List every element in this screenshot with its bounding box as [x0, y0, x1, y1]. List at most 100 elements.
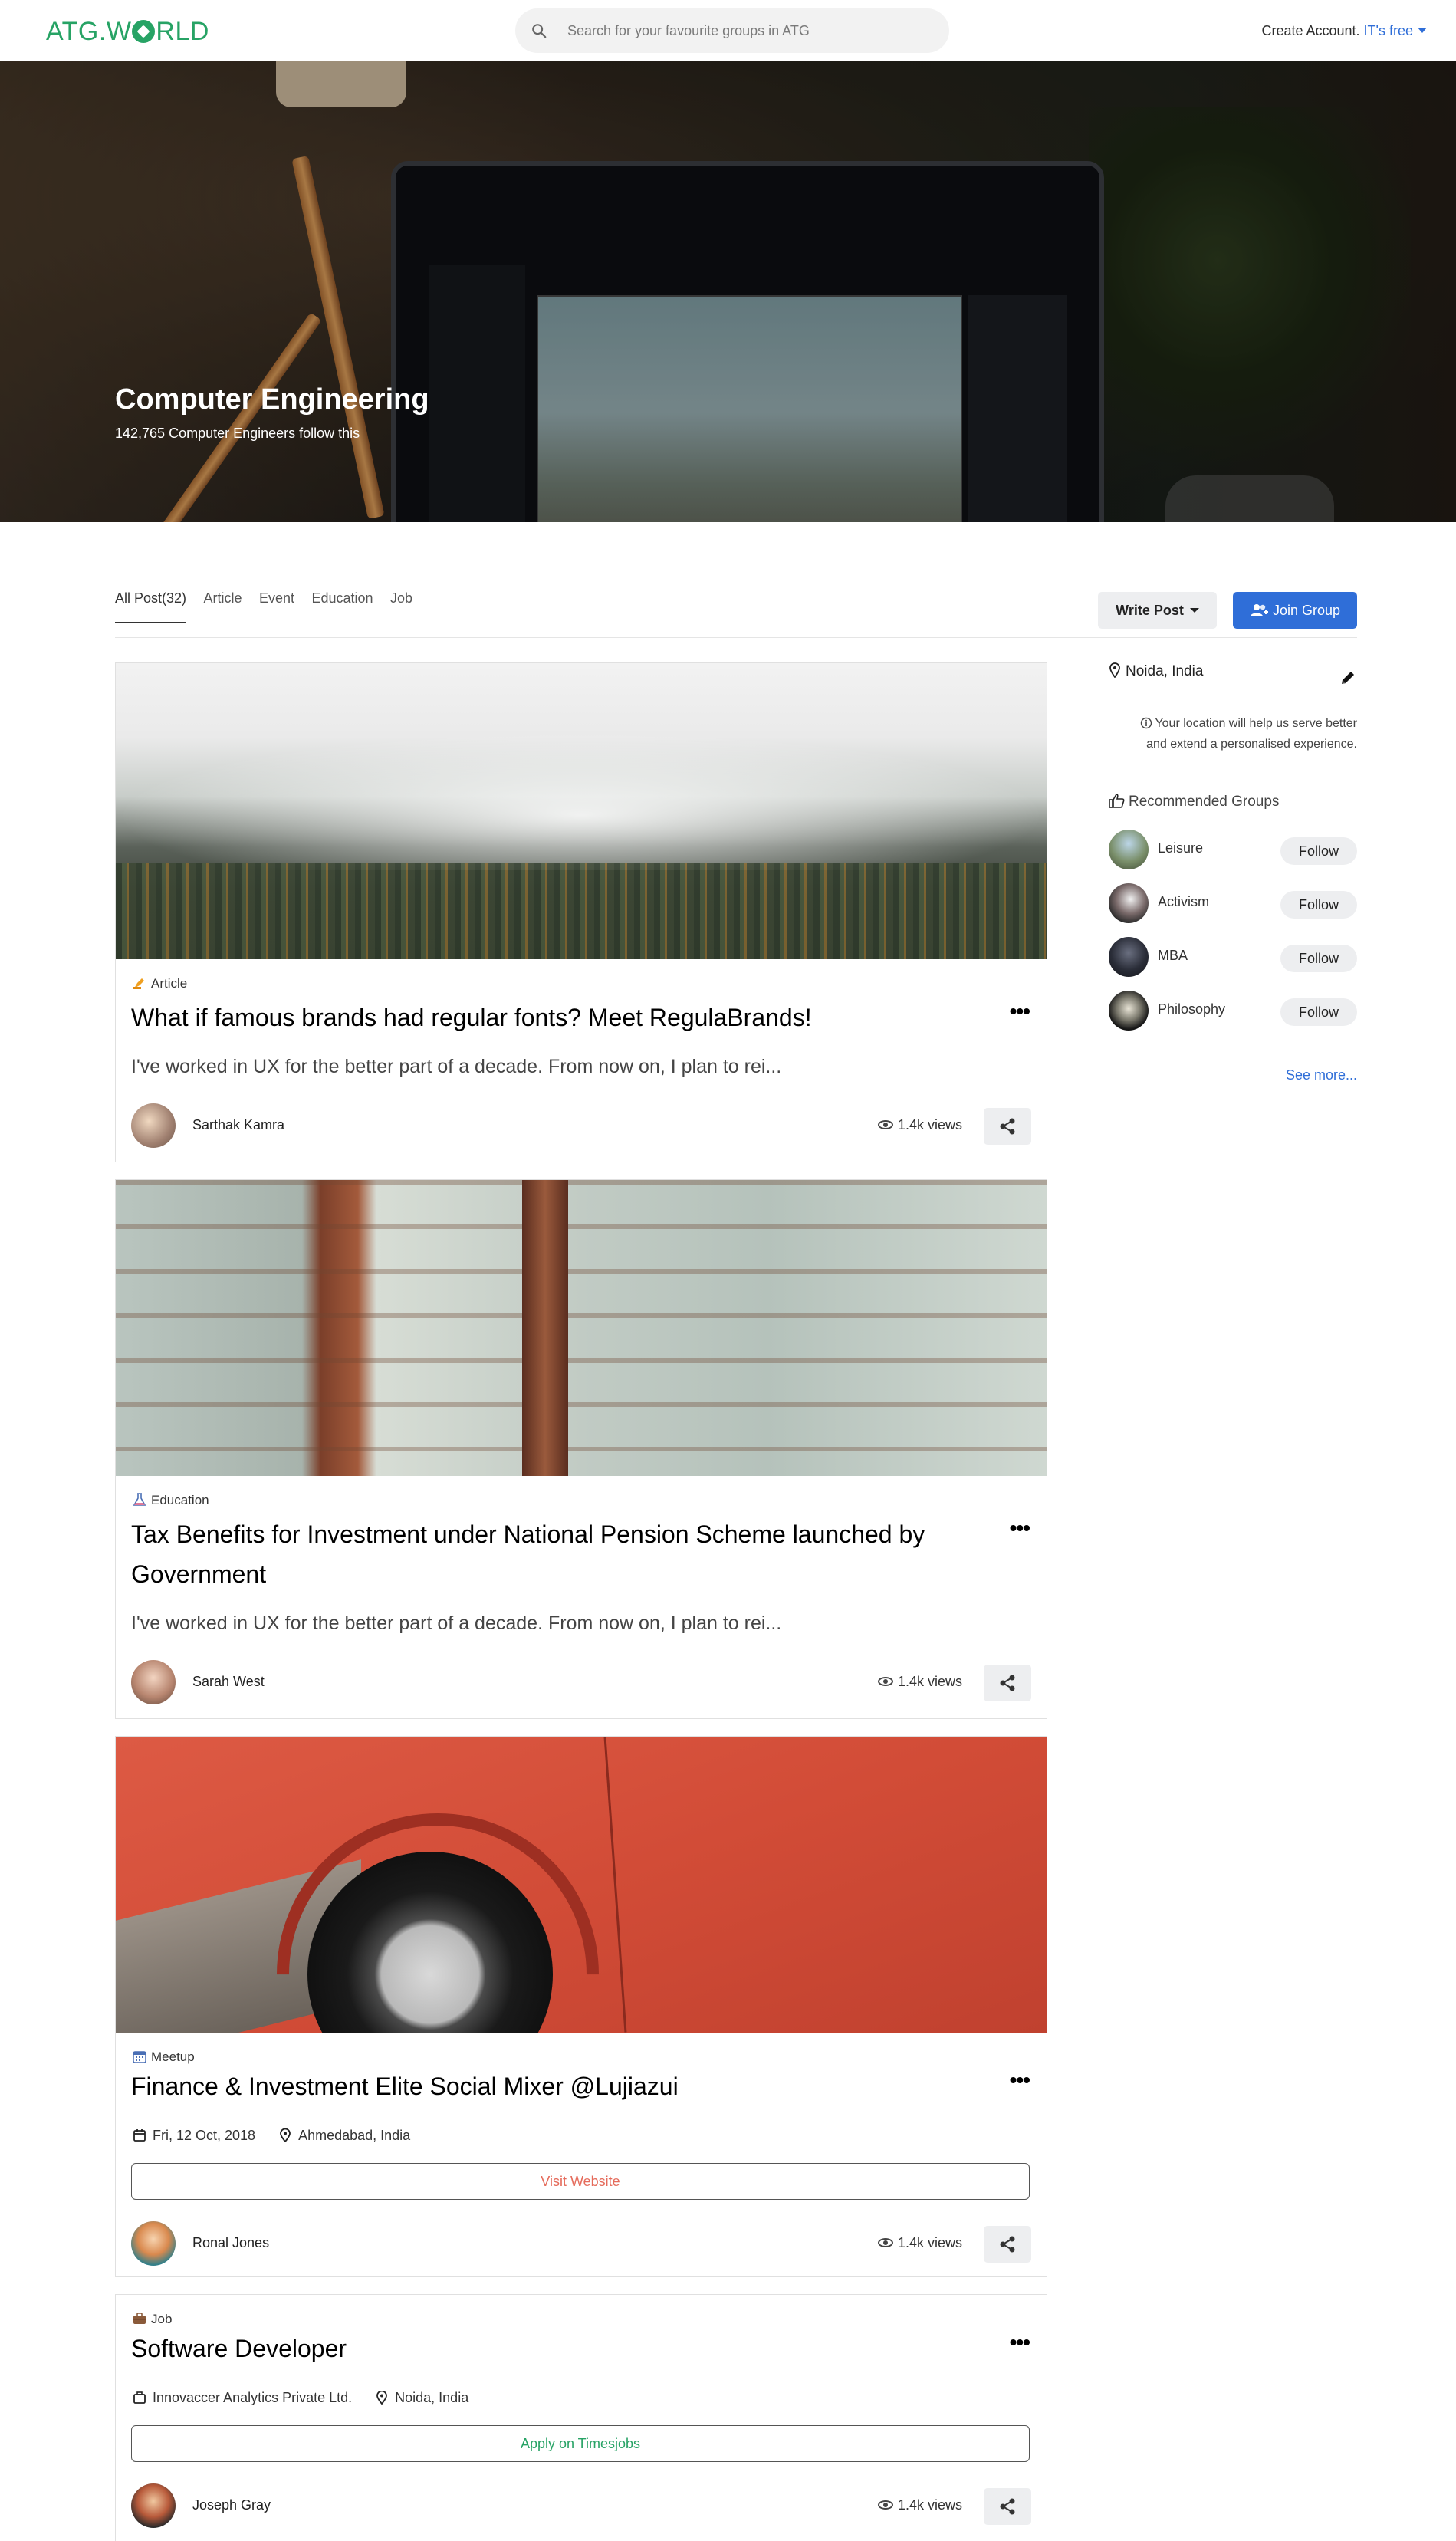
- more-options-icon[interactable]: •••: [1010, 999, 1030, 1024]
- post-author[interactable]: Joseph Gray: [131, 2483, 438, 2529]
- eye-icon: [877, 1677, 893, 1686]
- join-group-button[interactable]: Join Group: [1233, 592, 1357, 629]
- location-display: Noida, India: [1109, 662, 1203, 680]
- image-treeline: [116, 863, 1047, 959]
- share-button[interactable]: [984, 2488, 1031, 2525]
- location-pin-icon: [376, 2391, 388, 2405]
- tab-education[interactable]: Education: [311, 590, 373, 622]
- its-free-label: IT's free: [1363, 23, 1413, 38]
- flask-icon: [133, 1493, 146, 1506]
- post-card-meetup[interactable]: Meetup Finance & Investment Elite Social…: [115, 1736, 1047, 2277]
- post-category: Article: [133, 976, 187, 991]
- share-button[interactable]: [984, 1665, 1031, 1701]
- recommended-groups-heading: Recommended Groups: [1109, 793, 1279, 810]
- post-title[interactable]: What if famous brands had regular fonts?…: [131, 998, 990, 1037]
- pencil-hand-icon: [133, 978, 144, 989]
- group-name: Activism: [1158, 894, 1209, 909]
- recommended-group-activism[interactable]: Activism Follow: [1109, 883, 1357, 925]
- calendar-icon: [133, 2051, 146, 2063]
- tabs-divider: [115, 637, 1357, 638]
- share-icon: [1000, 2498, 1015, 2515]
- see-more-link[interactable]: See more...: [1286, 1067, 1357, 1083]
- tab-article[interactable]: Article: [204, 590, 242, 622]
- eye-icon: [877, 1120, 893, 1129]
- info-icon: [1141, 717, 1152, 729]
- job-details: Innovaccer Analytics Private Ltd. Noida, …: [133, 2390, 468, 2406]
- avatar: [131, 1660, 176, 1704]
- follow-button[interactable]: Follow: [1280, 945, 1357, 972]
- location-note: Your location will help us serve better a…: [1109, 713, 1357, 754]
- avatar: [131, 2221, 176, 2266]
- follow-button[interactable]: Follow: [1280, 837, 1357, 865]
- view-count: 1.4k views: [877, 1674, 962, 1690]
- edit-location-pencil-icon[interactable]: [1339, 669, 1357, 687]
- view-count: 1.4k views: [877, 2235, 962, 2251]
- share-button[interactable]: [984, 1108, 1031, 1145]
- post-title[interactable]: Finance & Investment Elite Social Mixer …: [131, 2066, 990, 2106]
- tab-event[interactable]: Event: [259, 590, 294, 622]
- avatar: [131, 1103, 176, 1148]
- eye-icon: [877, 2500, 893, 2510]
- top-navbar: ATG.W RLD Create Account. IT's free: [0, 0, 1456, 61]
- recommended-group-philosophy[interactable]: Philosophy Follow: [1109, 991, 1357, 1032]
- group-cover-banner: Computer Engineering 142,765 Computer En…: [0, 61, 1456, 522]
- post-card-article[interactable]: Article What if famous brands had regula…: [115, 662, 1047, 1162]
- follow-button[interactable]: Follow: [1280, 891, 1357, 919]
- search-bar: [515, 8, 949, 53]
- search-input[interactable]: [567, 19, 920, 42]
- create-account-label: Create Account.: [1261, 23, 1360, 38]
- view-count-label: 1.4k views: [897, 2497, 962, 2513]
- recommended-groups-label: Recommended Groups: [1129, 794, 1280, 810]
- event-location: Ahmedabad, India: [298, 2128, 411, 2143]
- post-category-label: Job: [151, 2312, 173, 2326]
- atg-world-logo[interactable]: ATG.W RLD: [46, 17, 209, 47]
- author-name: Sarthak Kamra: [192, 1117, 285, 1132]
- author-name: Joseph Gray: [192, 2497, 271, 2513]
- author-name: Ronal Jones: [192, 2235, 270, 2250]
- visit-website-button[interactable]: Visit Website: [131, 2163, 1030, 2200]
- avatar: [131, 2483, 176, 2528]
- post-category-label: Education: [151, 1493, 209, 1507]
- more-options-icon[interactable]: •••: [1010, 1516, 1030, 1540]
- post-card-job[interactable]: Job Software Developer ••• Innovaccer An…: [115, 2294, 1047, 2541]
- apply-on-timesjobs-button[interactable]: Apply on Timesjobs: [131, 2425, 1030, 2462]
- post-title[interactable]: Software Developer: [131, 2329, 990, 2368]
- logo-text-suffix: RLD: [156, 17, 209, 46]
- post-category-label: Article: [151, 976, 188, 991]
- post-card-education[interactable]: Education Tax Benefits for Investment un…: [115, 1179, 1047, 1719]
- post-excerpt: I've worked in UX for the better part of…: [131, 1612, 782, 1634]
- globe-icon: [132, 20, 156, 43]
- post-category: Education: [133, 1493, 209, 1508]
- group-title: Computer Engineering: [115, 383, 429, 416]
- calendar-icon: [133, 2129, 146, 2142]
- location-pin-icon: [1109, 662, 1120, 678]
- post-title[interactable]: Tax Benefits for Investment under Nation…: [131, 1514, 990, 1594]
- post-author[interactable]: Ronal Jones: [131, 2221, 438, 2267]
- recommended-group-mba[interactable]: MBA Follow: [1109, 937, 1357, 978]
- image-door-seam: [603, 1737, 627, 2033]
- share-icon: [1000, 1118, 1015, 1135]
- post-author[interactable]: Sarthak Kamra: [131, 1103, 438, 1149]
- chevron-down-icon: [1189, 608, 1199, 613]
- follow-button[interactable]: Follow: [1280, 998, 1357, 1026]
- share-button[interactable]: [984, 2226, 1031, 2263]
- group-name: Philosophy: [1158, 1001, 1226, 1017]
- recommended-group-leisure[interactable]: Leisure Follow: [1109, 830, 1357, 871]
- more-options-icon[interactable]: •••: [1010, 2330, 1030, 2355]
- post-category-label: Meetup: [151, 2050, 195, 2064]
- group-avatar: [1109, 991, 1149, 1031]
- join-group-label: Join Group: [1272, 603, 1341, 618]
- more-options-icon[interactable]: •••: [1010, 2068, 1030, 2092]
- view-count-label: 1.4k views: [897, 2235, 962, 2250]
- post-excerpt: I've worked in UX for the better part of…: [131, 1056, 782, 1077]
- tab-job[interactable]: Job: [390, 590, 412, 622]
- create-account-link[interactable]: Create Account. IT's free: [1261, 23, 1427, 39]
- group-avatar: [1109, 830, 1149, 869]
- write-post-button[interactable]: Write Post: [1098, 592, 1217, 629]
- view-count-label: 1.4k views: [897, 1117, 962, 1132]
- post-author[interactable]: Sarah West: [131, 1660, 438, 1706]
- briefcase-icon: [133, 2313, 146, 2324]
- tab-all-posts[interactable]: All Post(32): [115, 590, 187, 623]
- view-count: 1.4k views: [877, 2497, 962, 2513]
- thumbs-up-icon: [1109, 794, 1125, 808]
